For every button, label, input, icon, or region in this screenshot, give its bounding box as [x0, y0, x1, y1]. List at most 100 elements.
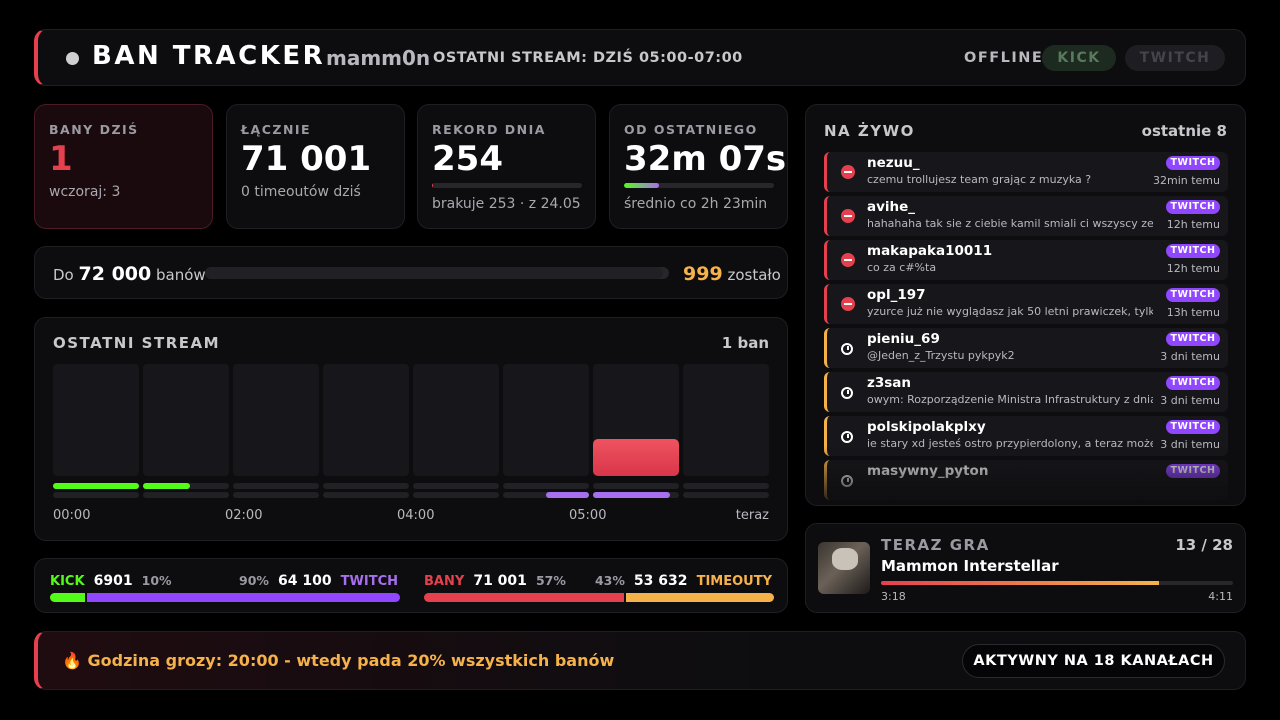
stat-sub: wczoraj: 3	[49, 184, 121, 200]
goal-target: 72 000	[78, 263, 152, 285]
since-progress-fill	[624, 183, 659, 188]
stat-card-since-last: OD OSTATNIEGO 32m 07s średnio co 2h 23mi…	[609, 104, 788, 229]
footer-bar: 🔥 Godzina grozy: 20:00 - wtedy pada 20% …	[34, 631, 1246, 690]
platform-tag: TWITCH	[1166, 288, 1220, 302]
twitch-ratio-right: 90% 64 100 TWITCH	[239, 573, 398, 589]
feed-username: nezuu_	[867, 155, 920, 171]
song-progress-bar[interactable]	[881, 581, 1233, 585]
record-progress-bar	[432, 183, 582, 188]
kick-activity-bar	[53, 483, 139, 489]
album-art	[818, 542, 870, 594]
now-playing-label: TERAZ GRA	[881, 536, 990, 554]
stream-column	[503, 364, 589, 476]
kick-activity-track	[593, 483, 679, 489]
platform-tag: TWITCH	[1166, 244, 1220, 258]
feed-item[interactable]: pieniu_69 @Jeden_z_Trzystu pykpyk2 TWITCH 3…	[824, 328, 1228, 368]
twitch-pct: 90%	[239, 573, 269, 588]
playlist-position: 13 / 28	[1175, 536, 1233, 554]
kick-activity-track	[683, 483, 769, 489]
feed-username: pieniu_69	[867, 331, 940, 347]
feed-time: 12h temu	[1166, 218, 1220, 231]
twitch-activity-track	[323, 492, 409, 498]
stream-column	[323, 364, 409, 476]
now-playing: TERAZ GRA 13 / 28 Mammon Interstellar 3:…	[805, 523, 1246, 613]
ban-icon	[841, 253, 855, 267]
goal-card: Do 72 000 banów 999 zostało	[34, 246, 788, 299]
stat-value: 254	[432, 139, 503, 179]
kick-activity-track	[143, 483, 229, 489]
timeouts-value: 53 632	[633, 573, 688, 589]
stream-column	[413, 364, 499, 476]
stream-column	[53, 364, 139, 476]
twitch-activity-track	[593, 492, 679, 498]
ban-type-ratio-bar	[424, 593, 774, 602]
tick-label: teraz	[735, 508, 769, 523]
tick-label: 02:00	[225, 508, 263, 523]
twitch-activity-track	[683, 492, 769, 498]
kick-activity-bar	[143, 483, 191, 489]
kick-share	[50, 593, 85, 602]
kick-badge[interactable]: KICK	[1042, 45, 1116, 71]
twitch-badge[interactable]: TWITCH	[1125, 45, 1225, 71]
twitch-activity-track	[503, 492, 589, 498]
kick-activity-track	[503, 483, 589, 489]
kick-activity-track	[233, 483, 319, 489]
goal-progress-fill	[205, 267, 663, 279]
feed-time: 3 dni temu	[1160, 350, 1220, 363]
stat-sub: brakuje 253 · z 24.05	[432, 196, 581, 212]
feed-item[interactable]: makapaka10011 co za c#%ta TWITCH 12h temu	[824, 240, 1228, 280]
header-bar: BAN TRACKER mamm0n OSTATNI STREAM: DZIŚ …	[34, 29, 1246, 86]
feed-time: 13h temu	[1166, 306, 1220, 319]
feed-item[interactable]: z3san owym: Rozporządzenie Ministra Infra…	[824, 372, 1228, 412]
bans-value: 71 001	[473, 573, 527, 589]
stat-card-total: ŁĄCZNIE 71 001 0 timeoutów dziś	[226, 104, 405, 229]
kick-activity-track	[323, 483, 409, 489]
goal-suffix: banów	[156, 266, 206, 284]
platform-tag: TWITCH	[1166, 332, 1220, 346]
timer-icon	[841, 387, 853, 399]
active-channels-badge[interactable]: AKTYWNY NA 18 KANAŁACH	[962, 644, 1225, 678]
platform-tag: TWITCH	[1166, 376, 1220, 390]
timeouts-pct: 43%	[594, 573, 625, 588]
channel-name: mamm0n	[326, 46, 431, 70]
feed-message: owym: Rozporządzenie Ministra Infrastruk…	[867, 393, 1153, 406]
kick-activity-track	[53, 483, 139, 489]
bans-ratio-left: BANY 71 001 57%	[424, 573, 566, 589]
timeouts-ratio-right: 43% 53 632 TIMEOUTY	[595, 573, 772, 589]
platform-tag: TWITCH	[1166, 200, 1220, 214]
timer-icon	[841, 431, 853, 443]
ban-icon	[841, 209, 855, 223]
song-progress-fill	[881, 581, 1160, 585]
record-progress-fill	[432, 183, 433, 188]
since-progress-bar	[624, 183, 774, 188]
twitch-value: 64 100	[278, 573, 332, 589]
stat-label: ŁĄCZNIE	[241, 122, 312, 137]
stat-value: 1	[49, 139, 73, 179]
feed-message: @Jeden_z_Trzystu pykpyk2	[867, 349, 1015, 362]
feed-item[interactable]: avihe_ hahahaha tak sie z ciebie kamil sm…	[824, 196, 1228, 236]
goal-remaining-value: 999	[683, 263, 723, 285]
kick-value: 6901	[93, 573, 133, 589]
platform-tag: TWITCH	[1166, 420, 1220, 434]
feed-item[interactable]: nezuu_ czemu trollujesz team grając z muz…	[824, 152, 1228, 192]
feed-item[interactable]: opl_197 yzurce już nie wyglądasz jak 50 l…	[824, 284, 1228, 324]
song-title: Mammon Interstellar	[881, 557, 1059, 575]
goal-prefix: Do	[53, 266, 74, 284]
feed-username: makapaka10011	[867, 243, 993, 259]
timeouts-share	[625, 593, 774, 602]
live-count: ostatnie 8	[1141, 122, 1227, 140]
twitch-label: TWITCH	[340, 574, 398, 589]
feed-username: avihe_	[867, 199, 916, 215]
stat-value: 32m 07s	[624, 139, 787, 179]
goal-label: Do 72 000 banów	[53, 263, 206, 285]
elapsed-time: 3:18	[881, 590, 906, 603]
stat-card-day-record: REKORD DNIA 254 brakuje 253 · z 24.05	[417, 104, 596, 229]
feed-message: co za c#%ta	[867, 261, 937, 274]
kick-ratio-left: KICK 6901 10%	[50, 573, 172, 589]
twitch-activity-track	[53, 492, 139, 498]
ratio-card: KICK 6901 10% 90% 64 100 TWITCH BANY 71 …	[34, 558, 788, 613]
stat-label: REKORD DNIA	[432, 122, 546, 137]
live-title: NA ŻYWO	[824, 122, 915, 140]
stat-sub: średnio co 2h 23min	[624, 196, 768, 212]
feed-fade	[806, 445, 1245, 505]
